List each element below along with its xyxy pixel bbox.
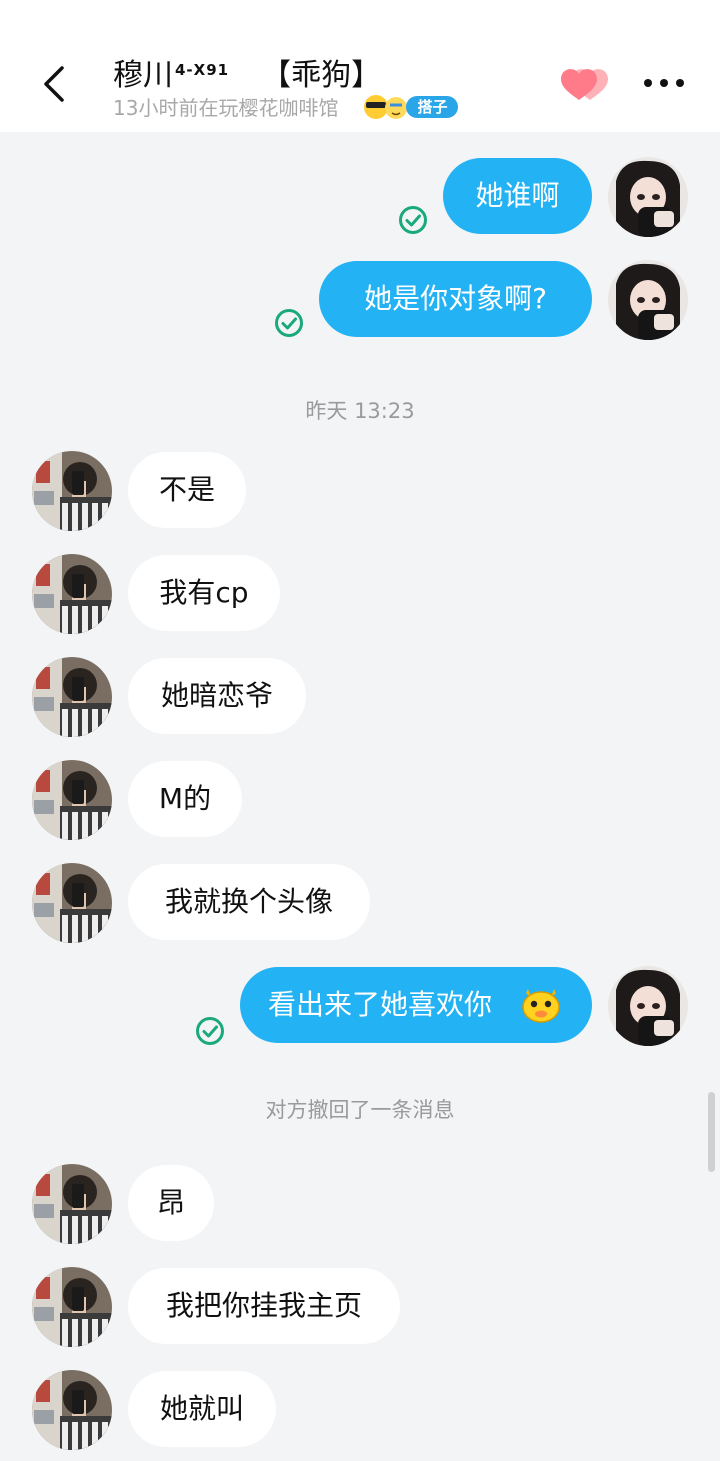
contact-tag: 【乖狗】: [261, 58, 382, 93]
yellow-face-emoji: [522, 989, 560, 1023]
message-bubble-incoming[interactable]: 不是: [128, 452, 246, 528]
contact-avatar[interactable]: [32, 760, 112, 840]
message-bubble-outgoing[interactable]: 她谁啊: [443, 158, 592, 234]
read-check-icon: [196, 1017, 224, 1045]
message-bubble-incoming[interactable]: 她暗恋爷: [128, 658, 306, 734]
chat-header: 穆川 4-X91 【乖狗】 13小时前在玩樱花咖啡馆 搭子: [0, 0, 720, 132]
message-bubble-incoming[interactable]: M的: [128, 761, 242, 837]
chevron-left-icon[interactable]: [36, 62, 76, 106]
contact-avatar[interactable]: [32, 863, 112, 943]
contact-avatar[interactable]: [32, 1267, 112, 1347]
message-bubble-incoming[interactable]: 她就叫: [128, 1371, 276, 1447]
contact-status-row: 13小时前在玩樱花咖啡馆 搭子: [113, 92, 462, 120]
contact-name: 穆川: [113, 58, 173, 93]
message-bubble-outgoing[interactable]: 她是你对象啊?: [319, 261, 592, 337]
partner-badge-label: 搭子: [405, 95, 458, 118]
chat-screen: 穆川 4-X91 【乖狗】 13小时前在玩樱花咖啡馆 搭子 她谁啊 她是你对象啊…: [0, 0, 720, 1461]
more-dots-icon[interactable]: [642, 74, 686, 92]
message-bubble-incoming[interactable]: 我有cp: [128, 555, 280, 631]
contact-avatar[interactable]: [32, 554, 112, 634]
contact-avatar[interactable]: [32, 657, 112, 737]
contact-name-superscript: 4-X91: [175, 61, 230, 79]
contact-avatar[interactable]: [32, 1164, 112, 1244]
message-bubble-incoming[interactable]: 我把你挂我主页: [128, 1268, 400, 1344]
my-avatar[interactable]: [608, 966, 688, 1046]
message-recalled-notice: 对方撤回了一条消息: [265, 1098, 455, 1122]
my-avatar[interactable]: [608, 260, 688, 340]
timestamp: 昨天 13:23: [305, 399, 415, 423]
partner-badge[interactable]: 搭子: [362, 94, 462, 119]
read-check-icon: [275, 309, 303, 337]
message-bubble-incoming[interactable]: 昂: [128, 1165, 214, 1241]
hearts-icon[interactable]: [560, 66, 610, 102]
message-bubble-incoming[interactable]: 我就换个头像: [128, 864, 370, 940]
scrollbar[interactable]: [708, 1092, 715, 1172]
read-check-icon: [399, 206, 427, 234]
contact-avatar[interactable]: [32, 451, 112, 531]
contact-title[interactable]: 穆川 4-X91 【乖狗】: [113, 50, 382, 93]
my-avatar[interactable]: [608, 157, 688, 237]
message-text: 看出来了她喜欢你: [268, 988, 493, 1021]
last-active-status: 13小时前在玩樱花咖啡馆: [113, 96, 339, 120]
message-bubble-outgoing[interactable]: 看出来了她喜欢你: [240, 967, 592, 1043]
contact-avatar[interactable]: [32, 1370, 112, 1450]
